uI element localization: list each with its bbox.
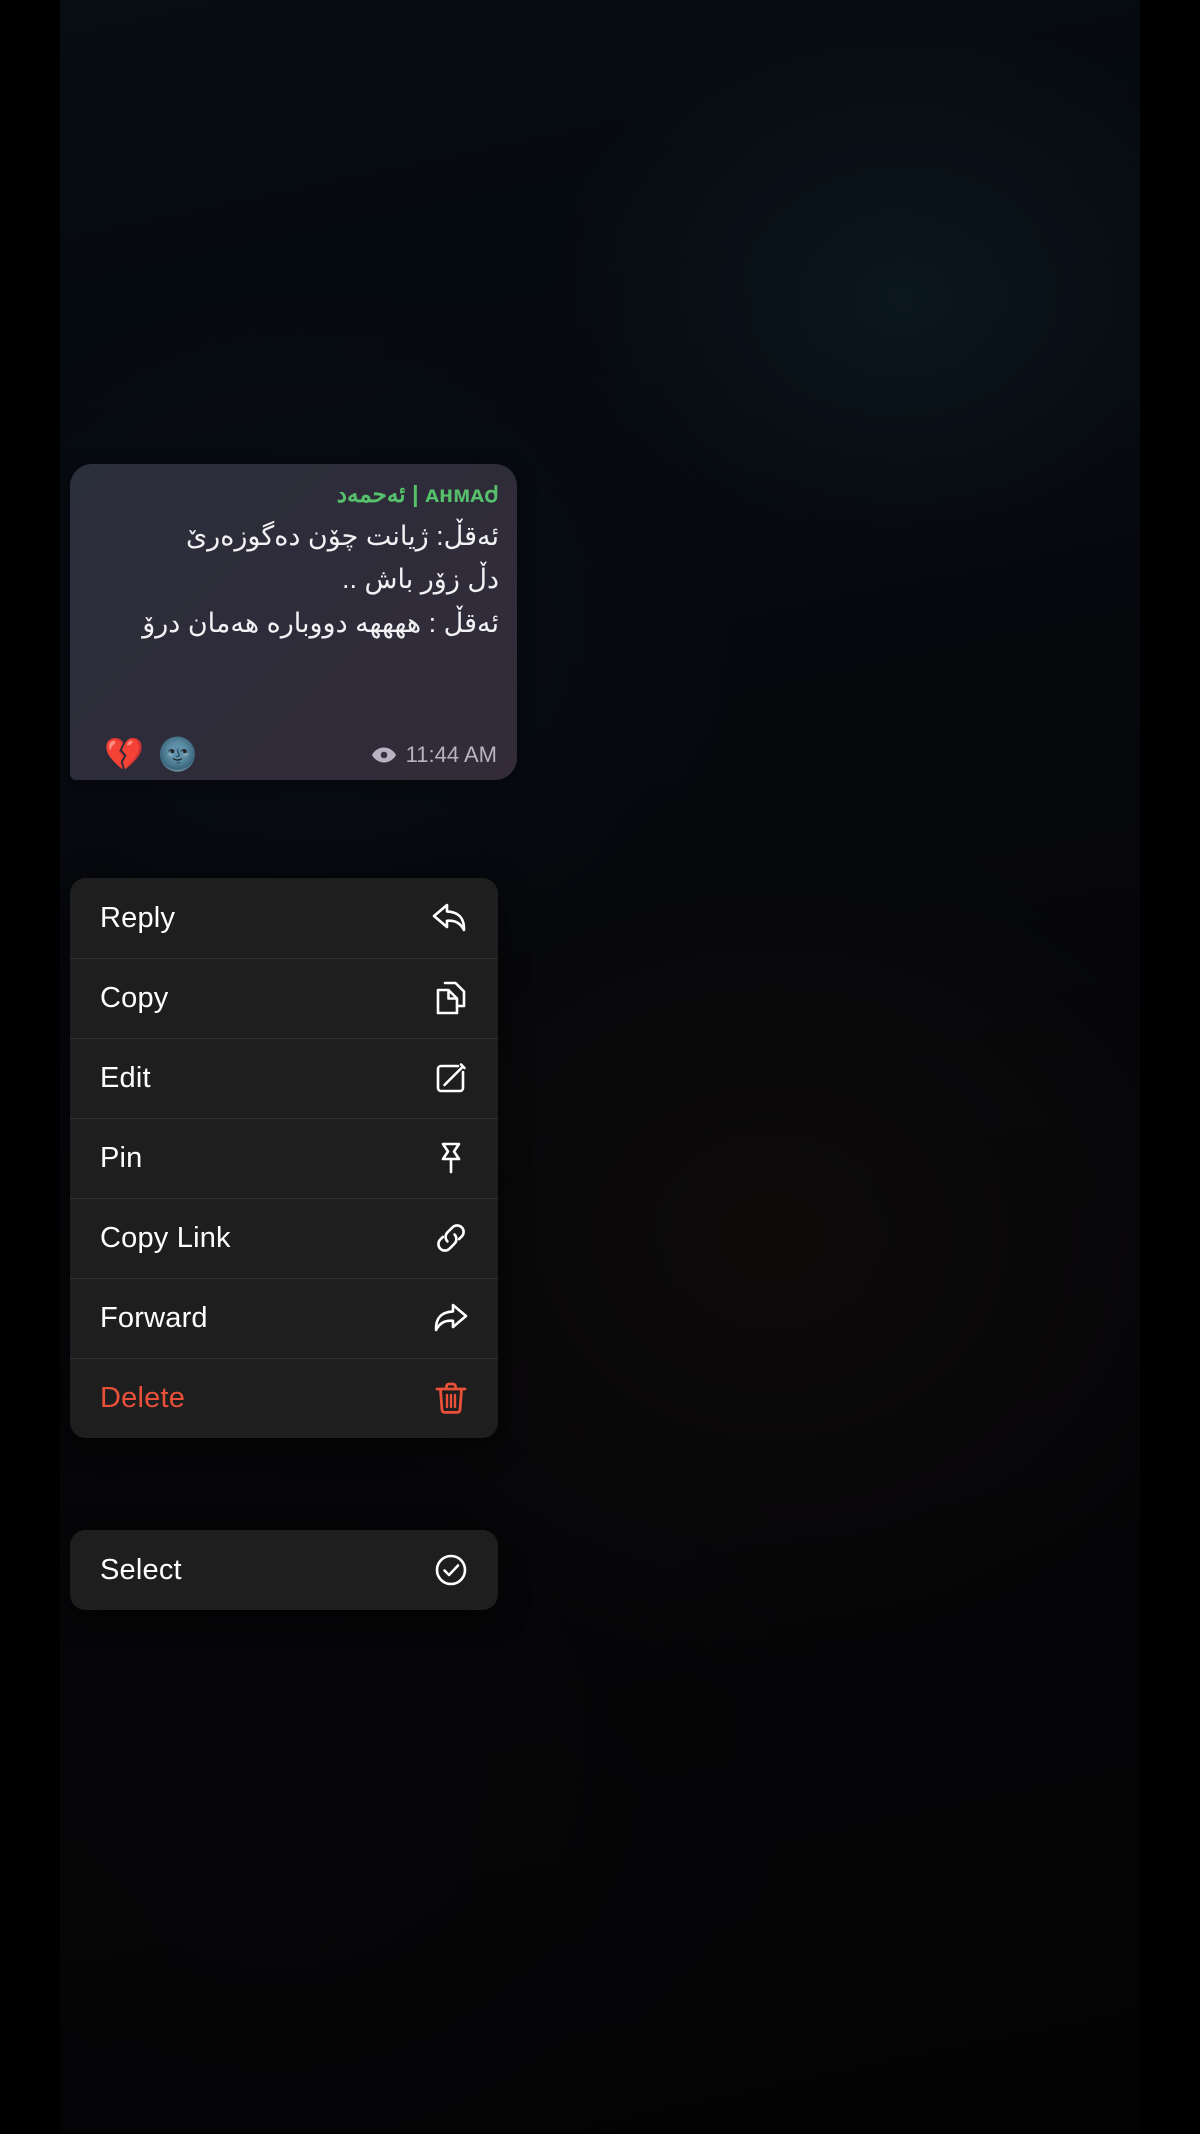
menu-item-copy-link[interactable]: Copy Link	[70, 1198, 498, 1278]
message-timestamp: 11:44 AM	[405, 741, 497, 767]
menu-item-edit[interactable]: Edit	[70, 1038, 498, 1118]
menu-item-label: Reply	[100, 901, 176, 934]
link-icon	[432, 1219, 470, 1257]
eye-icon	[371, 746, 397, 764]
menu-item-label: Select	[100, 1553, 182, 1586]
menu-item-reply[interactable]: Reply	[70, 878, 498, 958]
trash-icon	[432, 1379, 470, 1417]
menu-item-label: Copy Link	[100, 1221, 231, 1254]
reply-icon	[430, 899, 470, 937]
menu-item-label: Pin	[100, 1141, 143, 1174]
screen-frame: ᴀʜᴍᴀᲫ | ئەحمەد ئەقڵ: ژیانت چۆن دەگوزەرێ …	[0, 0, 1200, 2134]
message-bubble[interactable]: ᴀʜᴍᴀᲫ | ئەحمەد ئەقڵ: ژیانت چۆن دەگوزەرێ …	[70, 464, 517, 780]
copy-icon	[432, 979, 470, 1017]
pin-icon	[432, 1139, 470, 1177]
message-text-line: دڵ زۆر باش ..	[342, 564, 499, 595]
message-text-line: ئەقڵ : ههههه دووباره هەمان درۆ	[142, 608, 499, 639]
message-text: ئەقڵ: ژیانت چۆن دەگوزەرێ دڵ زۆر باش .. ئ…	[88, 515, 499, 646]
menu-item-copy[interactable]: Copy	[70, 958, 498, 1038]
menu-item-delete[interactable]: Delete	[70, 1358, 498, 1438]
edit-icon	[432, 1059, 470, 1097]
context-menu[interactable]: Reply Copy Edit Pin Copy Link Forward De…	[70, 878, 498, 1438]
menu-item-label: Copy	[100, 981, 169, 1014]
menu-item-label: Delete	[100, 1381, 186, 1414]
menu-item-pin[interactable]: Pin	[70, 1118, 498, 1198]
menu-item-label: Edit	[100, 1061, 151, 1094]
menu-item-select[interactable]: Select	[70, 1530, 498, 1610]
forward-icon	[430, 1299, 470, 1337]
app-viewport: ᴀʜᴍᴀᲫ | ئەحمەد ئەقڵ: ژیانت چۆن دەگوزەرێ …	[60, 0, 1140, 2134]
new-moon-face-icon[interactable]: 🌚	[158, 738, 198, 770]
broken-heart-icon[interactable]: 💔	[104, 738, 144, 770]
menu-item-forward[interactable]: Forward	[70, 1278, 498, 1358]
message-meta: 11:44 AM	[371, 742, 497, 768]
menu-item-label: Forward	[100, 1301, 208, 1334]
message-text-line: ئەقڵ: ژیانت چۆن دەگوزەرێ	[186, 520, 499, 551]
context-menu-selection-group[interactable]: Select	[70, 1530, 498, 1610]
check-circle-icon	[432, 1551, 470, 1589]
message-sender-name[interactable]: ᴀʜᴍᴀᲫ | ئەحمەد	[88, 480, 499, 509]
